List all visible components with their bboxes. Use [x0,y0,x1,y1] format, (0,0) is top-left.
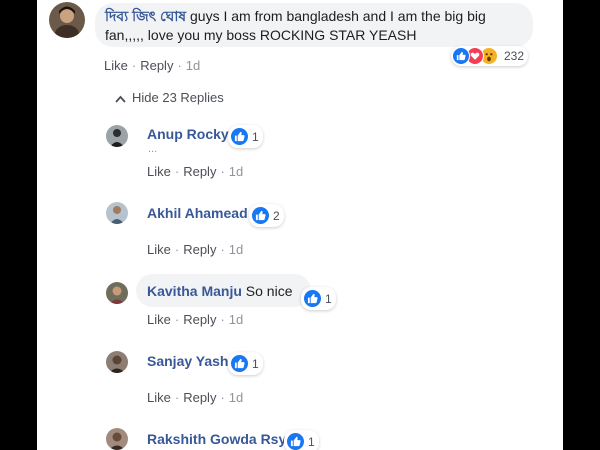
hide-replies-label: Hide 23 Replies [132,90,224,105]
reply-author[interactable]: Anup Rocky [147,126,229,142]
reply-link[interactable]: Reply [140,58,173,73]
reply-author[interactable]: Rakshith Gowda Rsy [147,431,286,447]
like-count: 1 [252,129,259,144]
reply-actions: Like · Reply · 1d [147,312,244,327]
like-icon [302,288,323,309]
like-link[interactable]: Like [104,58,128,73]
like-reaction-icon [452,47,470,65]
reply-actions: Like · Reply · 1d [147,390,244,405]
like-icon [229,126,250,147]
like-link[interactable]: Like [147,390,171,405]
reply-link[interactable]: Reply [183,312,216,327]
like-count: 1 [252,356,259,371]
reaction-summary[interactable]: 232 [451,46,529,66]
like-count: 1 [325,291,332,306]
avatar[interactable] [106,125,128,147]
reply-author[interactable]: Kavitha Manju [147,283,242,299]
reply-author[interactable]: Sanjay Yash [147,353,228,369]
avatar[interactable] [106,282,128,304]
reply-like-count[interactable]: 2 [249,204,284,227]
avatar[interactable] [106,428,128,450]
reply-like-count[interactable]: 1 [301,287,336,310]
like-count: 2 [273,208,280,223]
like-icon [285,431,306,450]
reply-time[interactable]: 1d [229,390,243,405]
like-link[interactable]: Like [147,242,171,257]
avatar[interactable] [106,202,128,224]
reply-like-count[interactable]: 1 [228,125,263,148]
chevron-up-icon [115,91,126,106]
avatar[interactable] [106,351,128,373]
avatar[interactable] [49,2,85,38]
like-count: 1 [308,434,315,449]
like-icon [250,205,271,226]
comment-author[interactable]: দিব্য জিৎ ঘোষ [105,8,186,24]
reply-like-count[interactable]: 1 [228,352,263,375]
comment-actions: Like · Reply · 1d [104,58,201,73]
reply-actions: Like · Reply · 1d [147,164,244,179]
reply-link[interactable]: Reply [183,242,216,257]
like-icon [229,353,250,374]
comment-text: দিব্য জিৎ ঘোষ guys I am from bangladesh … [105,7,505,45]
comment-thread: দিব্য জিৎ ঘোষ guys I am from bangladesh … [37,0,563,450]
comment-time[interactable]: 1d [186,58,200,73]
like-link[interactable]: Like [147,164,171,179]
hide-replies-toggle[interactable]: Hide 23 Replies [115,90,224,106]
reply-link[interactable]: Reply [183,164,216,179]
reply-actions: Like · Reply · 1d [147,242,244,257]
reply-link[interactable]: Reply [183,390,216,405]
reply-time[interactable]: 1d [229,164,243,179]
reply-text-line: Kavitha Manju So nice [147,283,293,299]
reply-author[interactable]: Akhil Ahamead [147,205,248,221]
reply-time[interactable]: 1d [229,242,243,257]
reply-extra: ... [148,143,158,155]
reaction-count: 232 [504,49,525,63]
reply-body: So nice [245,283,293,299]
reply-time[interactable]: 1d [229,312,243,327]
like-link[interactable]: Like [147,312,171,327]
reply-like-count[interactable]: 1 [284,430,319,450]
